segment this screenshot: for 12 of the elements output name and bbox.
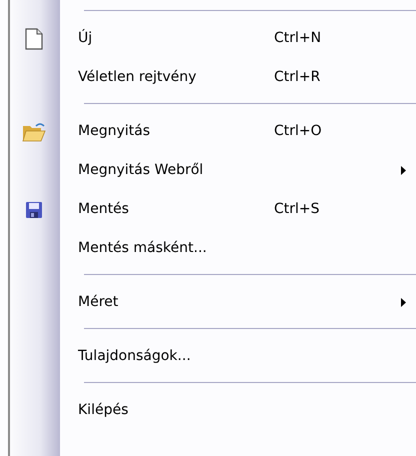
floppy-icon bbox=[25, 200, 43, 218]
folder-icon bbox=[22, 120, 46, 142]
menu-item[interactable]: Megnyitás Ctrl+O bbox=[8, 112, 416, 151]
menu-item[interactable]: Új Ctrl+N bbox=[8, 19, 416, 58]
menu-item[interactable]: Mentés Ctrl+S bbox=[8, 190, 416, 229]
menu-item[interactable]: Mentés másként... bbox=[8, 229, 416, 268]
menu-item[interactable]: Kilépés bbox=[8, 391, 416, 430]
menu-item[interactable]: Tulajdonságok... bbox=[8, 337, 416, 376]
menu-item[interactable]: Méret bbox=[8, 283, 416, 322]
menu-item[interactable]: Véletlen rejtvény Ctrl+R bbox=[8, 58, 416, 97]
page-icon bbox=[25, 28, 43, 50]
menu-item[interactable]: Megnyitás Webről bbox=[8, 151, 416, 190]
